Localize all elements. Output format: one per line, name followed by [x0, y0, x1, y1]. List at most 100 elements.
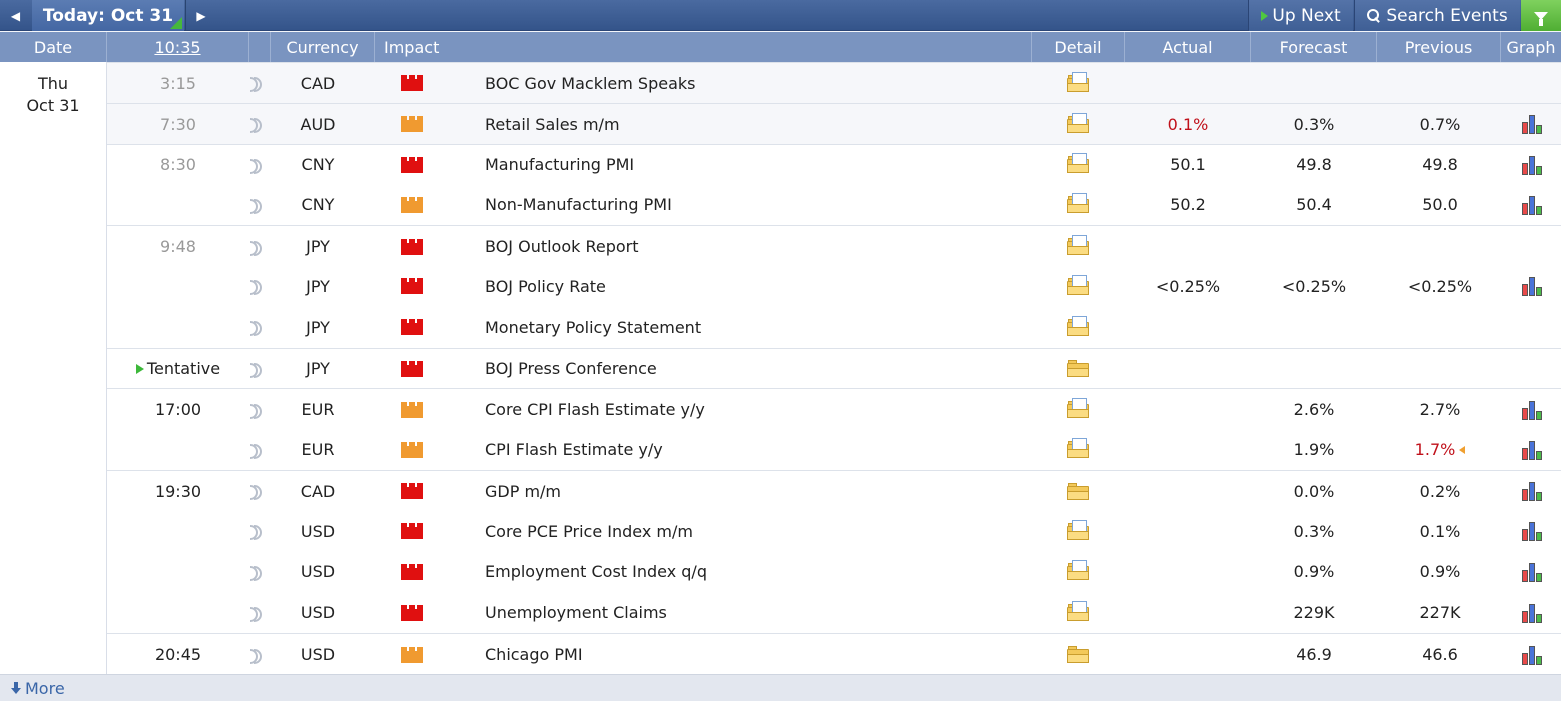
- event-currency: USD: [300, 562, 336, 582]
- weekday-label: Thu: [37, 74, 69, 93]
- event-currency: CNY: [301, 155, 335, 175]
- alert-toggle[interactable]: [245, 511, 267, 552]
- alert-toggle[interactable]: [245, 429, 267, 470]
- event-previous: [1377, 63, 1503, 104]
- detail-button[interactable]: [1032, 307, 1124, 348]
- detail-button[interactable]: [1032, 226, 1124, 267]
- folder-icon: [1067, 482, 1089, 500]
- high-impact-icon: [401, 563, 423, 580]
- bar-chart-icon: [1522, 562, 1544, 582]
- graph-cell[interactable]: [1503, 145, 1561, 186]
- graph-cell[interactable]: [1503, 471, 1561, 512]
- event-title[interactable]: CPI Flash Estimate y/y: [485, 429, 1045, 470]
- filter-button[interactable]: [1521, 0, 1561, 31]
- graph-cell[interactable]: [1503, 389, 1561, 430]
- header-forecast: Forecast: [1251, 32, 1377, 62]
- next-day-button[interactable]: ▶: [185, 0, 216, 31]
- detail-button[interactable]: [1032, 63, 1124, 104]
- event-title[interactable]: Monetary Policy Statement: [485, 307, 1045, 348]
- search-events-button[interactable]: Search Events: [1354, 0, 1520, 31]
- alert-toggle[interactable]: [245, 266, 267, 307]
- high-impact-icon: [401, 278, 423, 295]
- detail-button[interactable]: [1032, 511, 1124, 552]
- detail-button[interactable]: [1032, 145, 1124, 186]
- previous-day-button[interactable]: ◀: [0, 0, 31, 31]
- more-link[interactable]: More: [0, 674, 1561, 701]
- alert-toggle[interactable]: [245, 184, 267, 225]
- detail-button[interactable]: [1032, 184, 1124, 225]
- event-title[interactable]: BOJ Outlook Report: [485, 226, 1045, 267]
- header-clock[interactable]: 10:35: [107, 32, 249, 62]
- alert-toggle[interactable]: [245, 471, 267, 512]
- table-row: 9:48 JPY BOJ Outlook Report: [107, 225, 1561, 266]
- graph-cell[interactable]: [1503, 511, 1561, 552]
- event-currency: EUR: [301, 440, 335, 460]
- event-time: 17:00: [107, 389, 249, 430]
- event-title[interactable]: Unemployment Claims: [485, 592, 1045, 633]
- event-actual: [1125, 63, 1251, 104]
- detail-button[interactable]: [1032, 104, 1124, 145]
- up-next-button[interactable]: Up Next: [1248, 0, 1353, 31]
- detail-button[interactable]: [1032, 349, 1124, 390]
- detail-button[interactable]: [1032, 266, 1124, 307]
- event-title[interactable]: Manufacturing PMI: [485, 145, 1045, 186]
- medium-impact-icon: [401, 196, 423, 213]
- calendar-table: Thu Oct 31 3:15 CAD BOC Gov Macklem Speaks…: [0, 62, 1561, 674]
- alert-toggle[interactable]: [245, 226, 267, 267]
- medium-impact-icon: [401, 401, 423, 418]
- alert-toggle[interactable]: [245, 104, 267, 145]
- event-previous: 46.6: [1377, 634, 1503, 675]
- event-currency: EUR: [301, 400, 335, 420]
- event-time: Tentative: [107, 349, 249, 390]
- detail-button[interactable]: [1032, 389, 1124, 430]
- detail-button[interactable]: [1032, 471, 1124, 512]
- event-time-label: 9:48: [160, 237, 196, 257]
- event-title[interactable]: BOC Gov Macklem Speaks: [485, 63, 1045, 104]
- event-title[interactable]: Non-Manufacturing PMI: [485, 184, 1045, 225]
- alert-toggle[interactable]: [245, 307, 267, 348]
- event-title[interactable]: Retail Sales m/m: [485, 104, 1045, 145]
- event-impact: [374, 349, 450, 390]
- graph-cell[interactable]: [1503, 266, 1561, 307]
- alert-toggle[interactable]: [245, 592, 267, 633]
- graph-cell[interactable]: [1503, 104, 1561, 145]
- event-time: [107, 429, 249, 470]
- folder-doc-icon: [1067, 398, 1089, 419]
- detail-button[interactable]: [1032, 429, 1124, 470]
- graph-cell[interactable]: [1503, 592, 1561, 633]
- event-title[interactable]: BOJ Press Conference: [485, 349, 1045, 390]
- event-impact: [374, 429, 450, 470]
- graph-cell[interactable]: [1503, 552, 1561, 593]
- event-currency: JPY: [306, 359, 330, 379]
- alert-wave-icon: [250, 483, 262, 501]
- event-title[interactable]: GDP m/m: [485, 471, 1045, 512]
- header-impact: Impact: [375, 32, 1032, 62]
- alert-toggle[interactable]: [245, 63, 267, 104]
- detail-button[interactable]: [1032, 634, 1124, 675]
- folder-doc-icon: [1067, 235, 1089, 256]
- event-title[interactable]: Core CPI Flash Estimate y/y: [485, 389, 1045, 430]
- alert-toggle[interactable]: [245, 634, 267, 675]
- event-title[interactable]: BOJ Policy Rate: [485, 266, 1045, 307]
- table-row: 20:45 USD Chicago PMI 46.9 46.6: [107, 633, 1561, 674]
- event-time: [107, 266, 249, 307]
- graph-cell[interactable]: [1503, 429, 1561, 470]
- current-time-link[interactable]: 10:35: [154, 38, 200, 57]
- detail-button[interactable]: [1032, 552, 1124, 593]
- alert-toggle[interactable]: [245, 349, 267, 390]
- today-button[interactable]: Today: Oct 31: [32, 0, 184, 31]
- event-forecast: 229K: [1293, 603, 1335, 623]
- high-impact-icon: [401, 483, 423, 500]
- event-title[interactable]: Employment Cost Index q/q: [485, 552, 1045, 593]
- event-actual: 50.1: [1170, 155, 1206, 175]
- graph-cell[interactable]: [1503, 184, 1561, 225]
- graph-cell[interactable]: [1503, 634, 1561, 675]
- alert-toggle[interactable]: [245, 145, 267, 186]
- event-previous: 0.7%: [1377, 104, 1503, 145]
- event-title[interactable]: Core PCE Price Index m/m: [485, 511, 1045, 552]
- event-title[interactable]: Chicago PMI: [485, 634, 1045, 675]
- alert-toggle[interactable]: [245, 389, 267, 430]
- event-previous: 1.7%: [1377, 429, 1503, 470]
- detail-button[interactable]: [1032, 592, 1124, 633]
- alert-toggle[interactable]: [245, 552, 267, 593]
